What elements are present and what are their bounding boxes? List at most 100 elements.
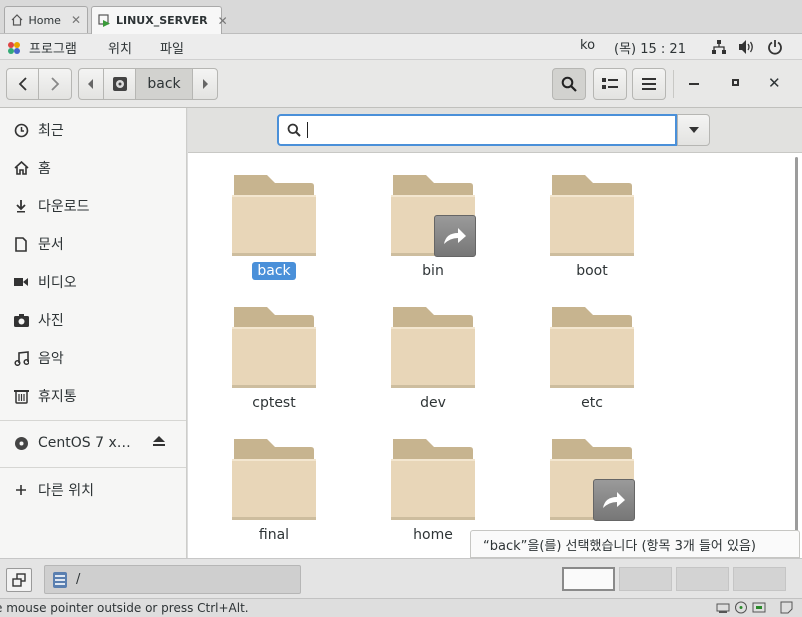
- sidebar-item-music[interactable]: 음악: [0, 343, 186, 373]
- vm-tab-label: Home: [28, 13, 61, 27]
- close-icon[interactable]: ✕: [218, 14, 228, 28]
- drive-icon: [112, 77, 127, 91]
- chevron-right-icon: [51, 77, 60, 91]
- sidebar-item-videos[interactable]: 비디오: [0, 267, 186, 297]
- file-item[interactable]: boot: [537, 153, 647, 283]
- file-item[interactable]: final: [219, 417, 329, 547]
- file-name-label: bin: [378, 263, 488, 279]
- chevron-left-icon: [18, 77, 27, 91]
- input-language[interactable]: ko: [580, 38, 595, 53]
- cd-rom-icon[interactable]: [734, 601, 748, 614]
- workspace-4[interactable]: [733, 567, 786, 591]
- trash-icon: [12, 387, 30, 405]
- sidebar-separator: [0, 420, 186, 421]
- taskbar-window-label: /: [76, 572, 81, 587]
- notes-icon[interactable]: [780, 601, 794, 614]
- triangle-right-icon: [203, 79, 208, 89]
- minimize-button[interactable]: [689, 83, 699, 85]
- folder-icon: [232, 175, 316, 256]
- search-icon: [287, 123, 301, 137]
- show-desktop-button[interactable]: [6, 568, 32, 592]
- clock[interactable]: (목) 15 : 21: [614, 38, 686, 57]
- file-name-text: dev: [420, 395, 446, 411]
- files-menu[interactable]: 파일: [160, 38, 184, 57]
- eject-icon[interactable]: [152, 435, 166, 451]
- close-icon[interactable]: ✕: [71, 13, 81, 27]
- applications-menu[interactable]: 프로그램: [7, 38, 77, 57]
- folder-icon: [550, 307, 634, 388]
- sidebar-item-other-locations[interactable]: 다른 위치: [0, 475, 186, 505]
- file-name-label: etc: [537, 395, 647, 411]
- window-list-icon: [12, 573, 26, 587]
- search-options-dropdown[interactable]: [677, 114, 710, 146]
- path-bar: back: [78, 68, 218, 100]
- sidebar-item-downloads[interactable]: 다운로드: [0, 191, 186, 221]
- home-icon: [11, 13, 23, 27]
- path-scroll-right-button[interactable]: [193, 69, 217, 99]
- triangle-left-icon: [88, 79, 93, 89]
- workspace-1[interactable]: [562, 567, 615, 591]
- file-name-text: bin: [422, 263, 444, 279]
- forward-button[interactable]: [39, 69, 71, 99]
- clock-icon: [12, 121, 30, 139]
- vertical-scrollbar[interactable]: [795, 157, 798, 555]
- maximize-button[interactable]: [732, 79, 739, 86]
- video-icon: [12, 273, 30, 291]
- folder-icon: [550, 175, 634, 256]
- taskbar-window-button[interactable]: /: [44, 565, 301, 594]
- plus-icon: [12, 481, 30, 499]
- sidebar-item-pictures[interactable]: 사진: [0, 305, 186, 335]
- sidebar-item-label: CentOS 7 x…: [38, 435, 131, 451]
- vm-tab-home[interactable]: Home ✕: [4, 6, 88, 33]
- sidebar-item-documents[interactable]: 문서: [0, 229, 186, 259]
- document-icon: [12, 235, 30, 253]
- path-segment-back[interactable]: back: [136, 69, 193, 99]
- search-toggle-button[interactable]: [552, 68, 586, 100]
- sidebar-item-device[interactable]: CentOS 7 x…: [0, 428, 186, 458]
- vm-tab-label: LINUX_SERVER: [116, 14, 208, 27]
- selection-status-text: “back”을(를) 선택했습니다 (항목 3개 들어 있음): [483, 538, 756, 554]
- search-input[interactable]: [277, 114, 677, 146]
- network-icon[interactable]: [711, 39, 727, 59]
- file-item[interactable]: bin: [378, 153, 488, 283]
- path-scroll-left-button[interactable]: [79, 69, 104, 99]
- places-menu[interactable]: 위치: [108, 38, 132, 57]
- vm-icon: [98, 14, 111, 28]
- file-name-label: final: [219, 527, 329, 543]
- sidebar-separator: [0, 467, 186, 468]
- file-name-label: back: [219, 262, 329, 280]
- path-root-button[interactable]: [104, 69, 136, 99]
- file-item[interactable]: etc: [537, 285, 647, 415]
- workspace-3[interactable]: [676, 567, 729, 591]
- file-name-text: boot: [576, 263, 608, 279]
- file-item[interactable]: back: [219, 153, 329, 283]
- file-item[interactable]: dev: [378, 285, 488, 415]
- close-window-button[interactable]: ✕: [768, 74, 781, 92]
- vm-device-icons: [716, 601, 794, 614]
- vm-tab-bar: Home ✕ LINUX_SERVER ✕: [0, 0, 802, 34]
- back-button[interactable]: [7, 69, 40, 99]
- separator: [673, 70, 674, 98]
- hard-disk-icon[interactable]: [716, 601, 730, 614]
- menu-button[interactable]: [632, 68, 666, 100]
- sidebar-item-home[interactable]: 홈: [0, 153, 186, 183]
- chevron-down-icon: [688, 127, 699, 133]
- history-buttons: [6, 68, 72, 100]
- gnome-top-bar: 프로그램 위치 파일 ko (목) 15 : 21: [0, 34, 802, 60]
- power-icon[interactable]: [767, 39, 783, 59]
- vm-tab-linux-server[interactable]: LINUX_SERVER ✕: [91, 6, 228, 34]
- network-adapter-icon[interactable]: [752, 601, 766, 614]
- view-toggle-button[interactable]: [593, 68, 627, 100]
- sidebar-item-label: 음악: [38, 351, 64, 367]
- sidebar-item-recent[interactable]: 최근: [0, 115, 186, 145]
- volume-icon[interactable]: [738, 39, 756, 59]
- symlink-arrow-icon: [593, 479, 635, 521]
- disc-icon: [12, 434, 30, 452]
- search-bar: [188, 108, 802, 153]
- workspace-2[interactable]: [619, 567, 672, 591]
- file-item[interactable]: [537, 417, 647, 547]
- file-item[interactable]: cptest: [219, 285, 329, 415]
- sidebar-item-label: 다른 위치: [38, 483, 94, 499]
- file-item[interactable]: home: [378, 417, 488, 547]
- sidebar-item-trash[interactable]: 휴지통: [0, 381, 186, 411]
